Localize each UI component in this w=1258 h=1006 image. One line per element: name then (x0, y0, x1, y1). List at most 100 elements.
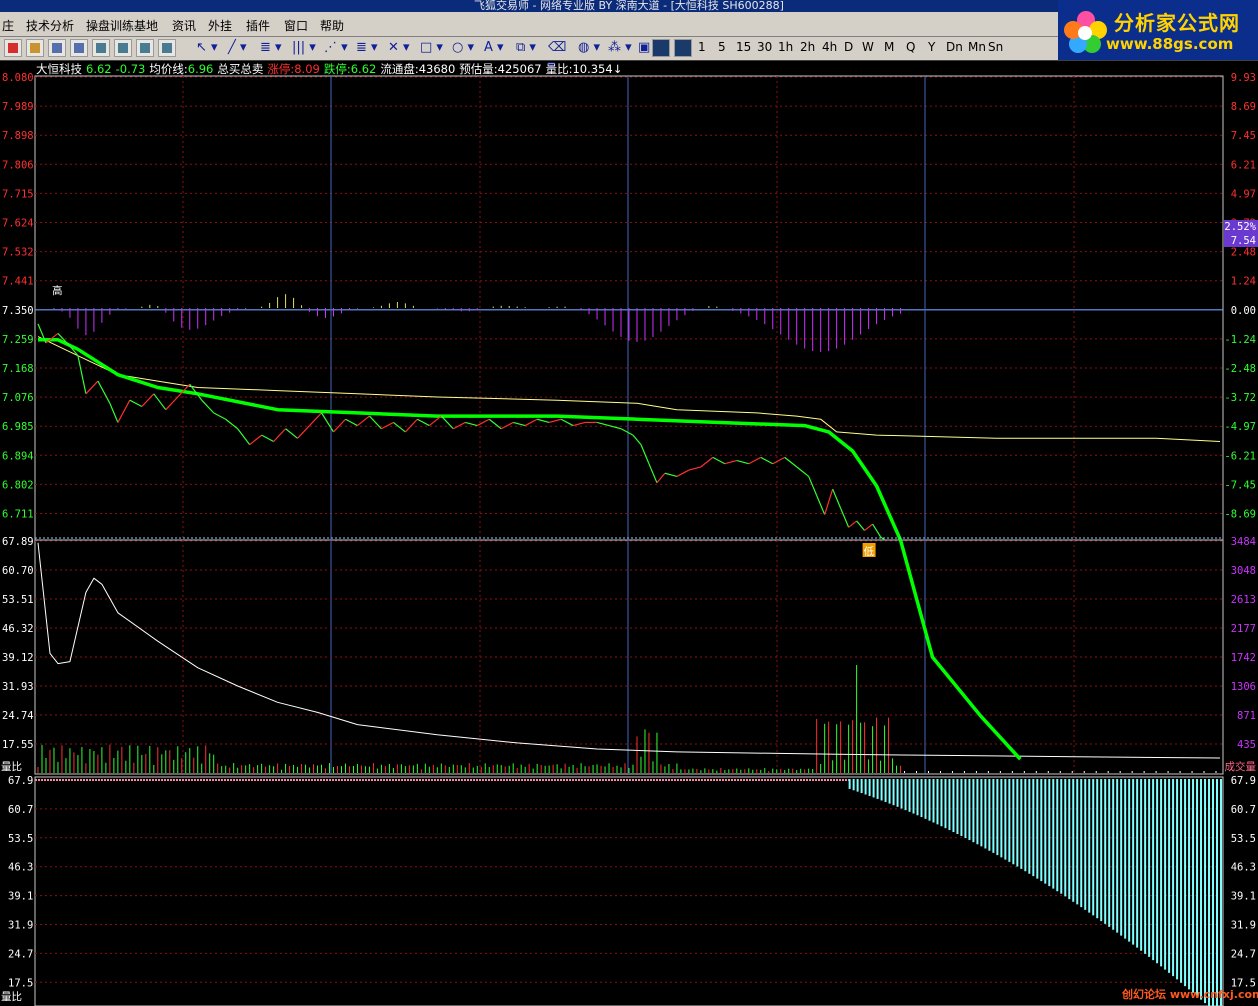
layout-icon[interactable] (48, 39, 66, 57)
price-line-segment (824, 488, 834, 515)
volume-axis-label: 3048 (1231, 565, 1256, 577)
period-button-Y[interactable]: Y (928, 40, 935, 54)
estimated-volume-value: 425067 (497, 62, 542, 76)
menu-item-6[interactable]: 窗口 (284, 17, 308, 34)
period-button-15[interactable]: 15 (736, 40, 751, 54)
bottom-axis-label: 46.3 (8, 862, 33, 874)
period-chart-icon[interactable] (652, 39, 670, 57)
period-button-W[interactable]: W (862, 40, 874, 54)
pct-axis-label: 4.97 (1231, 188, 1256, 200)
bottom-right-axis-label: 46.3 (1231, 862, 1256, 874)
period-button-Mn[interactable]: Mn (968, 40, 986, 54)
price-line-segment (513, 421, 526, 427)
price-line-segment (453, 421, 466, 430)
price-line-segment (537, 418, 550, 423)
price-axis-label: 7.624 (2, 218, 34, 230)
wave-icon[interactable] (158, 39, 176, 57)
total-buy-sell-label: 总买总卖 (217, 62, 264, 76)
price-line-segment (760, 456, 774, 465)
period-button-30[interactable]: 30 (757, 40, 772, 54)
price-line-segment (237, 428, 251, 446)
fan-tool-icon[interactable]: ⋰ ▾ (324, 39, 352, 57)
period-button-5[interactable]: 5 (718, 40, 726, 54)
pct-axis-label: -3.72 (1224, 392, 1256, 404)
price-line-segment (357, 415, 370, 427)
price-line-segment (832, 488, 842, 509)
price-line-segment (417, 418, 430, 427)
period-button-Dn[interactable]: Dn (946, 40, 963, 54)
period-button-M[interactable]: M (884, 40, 894, 54)
menu-item-3[interactable]: 资讯 (172, 17, 196, 34)
copy-tool-icon[interactable]: ⧉ ▾ (516, 39, 544, 57)
menu-item-1[interactable]: 技术分析 (26, 17, 74, 34)
chart-window-icon[interactable] (92, 39, 110, 57)
dots-color-icon[interactable]: ⁂ ▾ (608, 39, 636, 57)
menu-item-7[interactable]: 帮助 (320, 17, 344, 34)
rect-tool-icon[interactable]: □ ▾ (420, 39, 448, 57)
pct-axis-label: -4.97 (1224, 421, 1256, 433)
palette-icon[interactable]: ◍ ▾ (578, 39, 606, 57)
price-line-segment (321, 412, 335, 433)
cross-tool-icon[interactable]: ✕ ▾ (388, 39, 416, 57)
price-line-segment (840, 507, 850, 528)
price-axis-label: 7.076 (2, 392, 34, 404)
price-axis-label: 6.802 (2, 479, 34, 491)
price-axis-label: 6.894 (2, 450, 34, 462)
price-line-segment (648, 463, 658, 484)
period-button-D[interactable]: D (844, 40, 853, 54)
table-icon[interactable] (136, 39, 154, 57)
price-line-segment (393, 421, 406, 433)
text-tool-icon[interactable]: A ▾ (484, 39, 512, 57)
price-line-segment (872, 523, 882, 538)
bottom-axis-label: 60.7 (8, 804, 33, 816)
segment-tool-icon[interactable]: ≣ ▾ (260, 39, 288, 57)
pencil-icon[interactable] (26, 39, 44, 57)
price-line-segment (213, 412, 226, 420)
cursor-icon[interactable]: ↖ ▾ (196, 39, 224, 57)
menu-item-4[interactable]: 外挂 (208, 17, 232, 34)
volume-ratio-axis-label: 46.32 (2, 623, 34, 635)
period-button-4h[interactable]: 4h (822, 40, 837, 54)
channel-tool-icon[interactable]: ≣ ▾ (356, 39, 384, 57)
price-line-segment (345, 418, 358, 427)
grid-icon[interactable] (114, 39, 132, 57)
price-line-segment (85, 380, 99, 395)
price-axis-label: 8.080 (2, 72, 34, 84)
period-button-1[interactable]: 1 (698, 40, 706, 54)
volume-panel-frame (34, 539, 1224, 775)
price-axis-label: 6.711 (2, 509, 34, 521)
price-line-segment (249, 434, 262, 446)
bottom-axis-label: 67.9 (8, 775, 33, 787)
volume-ratio-panel-label: 量比 (1, 760, 22, 773)
volume-axis-label: 1742 (1231, 652, 1256, 664)
volume-ratio-axis-label: 60.70 (2, 565, 34, 577)
price-line-segment (225, 418, 239, 430)
alarm-bell-icon[interactable] (4, 39, 22, 57)
price-line-segment (560, 418, 574, 427)
period-wave-icon[interactable] (674, 39, 692, 57)
menu-item-0[interactable]: 庄 (2, 17, 14, 34)
circle-tool-icon[interactable]: ○ ▾ (452, 39, 480, 57)
site-logo: 分析家公式网 www.88gs.com (1058, 0, 1258, 60)
bars-tool-icon[interactable]: ||| ▾ (292, 39, 320, 57)
pct-axis-label: -7.45 (1224, 479, 1256, 491)
price-line-segment (656, 472, 666, 484)
price-line-segment (572, 421, 586, 427)
menu-item-2[interactable]: 操盘训练基地 (86, 17, 158, 34)
period-button-1h[interactable]: 1h (778, 40, 793, 54)
menu-item-5[interactable]: 插件 (246, 17, 270, 34)
logo-url: www.88gs.com (1106, 35, 1234, 53)
intraday-chart[interactable]: 8.080 9.93 7.989 8.69 7.898 7.45 7.806 6.21 7.71… (0, 60, 1258, 1006)
eraser-tool-icon[interactable]: ⌫ ▾ (548, 39, 576, 73)
period-button-Sn[interactable]: Sn (988, 40, 1003, 54)
line-tool-icon[interactable]: ╱ ▾ (228, 39, 256, 57)
float-shares-value: 43680 (418, 62, 456, 76)
price-line-segment (404, 418, 418, 433)
period-button-2h[interactable]: 2h (800, 40, 815, 54)
price-line-segment (97, 380, 111, 404)
period-button-Q[interactable]: Q (906, 40, 915, 54)
split-icon[interactable] (70, 39, 88, 57)
price-line-segment (748, 456, 762, 465)
pct-axis-label: 6.21 (1231, 159, 1256, 171)
price-line-segment (848, 520, 857, 528)
